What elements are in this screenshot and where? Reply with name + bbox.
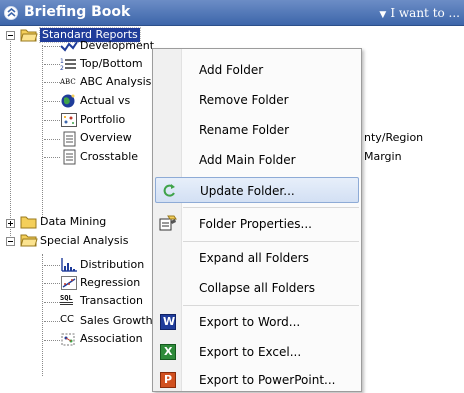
menu-item-expand-all-folders[interactable]: Expand all Folders <box>155 245 359 271</box>
truncated-label: Margin <box>364 150 402 163</box>
menu-separator <box>183 241 359 242</box>
globe-icon <box>60 93 78 109</box>
sql-icon: SQL <box>60 294 78 310</box>
menu-item-export-powerpoint[interactable]: P Export to PowerPoint... <box>155 367 359 393</box>
word-icon: W <box>160 314 176 330</box>
tree-connector <box>44 82 60 83</box>
tree-connector <box>10 36 11 246</box>
excel-glyph: X <box>164 345 173 358</box>
menu-item-label: Export to PowerPoint... <box>199 373 336 387</box>
menu-item-remove-folder[interactable]: Remove Folder <box>155 87 359 113</box>
folder-icon <box>20 215 38 231</box>
tree-connector <box>44 139 60 140</box>
menu-item-label: Expand all Folders <box>199 251 309 265</box>
document-icon <box>60 149 78 165</box>
menu-item-label: Update Folder... <box>200 184 295 198</box>
ranked-list-icon: 1 2 <box>60 56 78 72</box>
tree-item-overview[interactable]: Overview <box>80 131 132 145</box>
folder-context-menu: Add Folder Remove Folder Rename Folder A… <box>152 48 362 392</box>
document-icon <box>60 131 78 147</box>
cc-glyph: CC <box>60 314 74 325</box>
tree-connector <box>44 64 60 65</box>
tree-connector <box>42 45 43 217</box>
folder-properties-icon <box>159 215 177 233</box>
tree-item-special-analysis[interactable]: Special Analysis <box>40 234 128 248</box>
tree-item-portfolio[interactable]: Portfolio <box>80 113 125 127</box>
excel-icon: X <box>160 344 176 360</box>
tree-connector <box>44 283 60 284</box>
menu-item-label: Export to Excel... <box>199 345 302 359</box>
tree-item-abc-analysis[interactable]: ABC Analysis <box>80 75 151 89</box>
association-icon <box>60 332 78 348</box>
tree-connector <box>44 340 60 341</box>
menu-item-label: Rename Folder <box>199 123 290 137</box>
tree-item-data-mining[interactable]: Data Mining <box>40 215 106 229</box>
tree-item-actual-vs[interactable]: Actual vs <box>80 94 130 108</box>
menu-item-label: Add Folder <box>199 63 264 77</box>
collapse-standard-reports-toggle[interactable] <box>6 31 15 40</box>
abc-glyph: ABC <box>60 78 76 86</box>
abc-analysis-icon: ABC <box>60 75 78 91</box>
refresh-icon <box>160 182 178 200</box>
menu-item-rename-folder[interactable]: Rename Folder <box>155 117 359 143</box>
menu-item-label: Export to Word... <box>199 315 301 329</box>
menu-item-label: Folder Properties... <box>199 217 312 231</box>
i-want-to-label: I want to ... <box>390 6 460 20</box>
collapse-panel-icon[interactable] <box>4 6 18 20</box>
sql-glyph: SQL <box>60 294 73 305</box>
regression-icon <box>60 275 78 291</box>
portfolio-chart-icon <box>60 112 78 128</box>
tree-connector <box>44 101 60 102</box>
menu-item-add-main-folder[interactable]: Add Main Folder <box>155 147 359 173</box>
truncated-label: nty/Region <box>364 131 424 144</box>
collapse-special-analysis-toggle[interactable] <box>6 237 15 246</box>
panel-title: Briefing Book <box>24 4 131 20</box>
menu-item-export-word[interactable]: W Export to Word... <box>155 309 359 335</box>
menu-separator <box>183 207 359 208</box>
menu-item-label: Collapse all Folders <box>199 281 315 295</box>
tree-connector <box>44 46 60 47</box>
svg-text:2: 2 <box>60 65 64 72</box>
powerpoint-icon: P <box>160 372 176 388</box>
tree-item-sales-growth[interactable]: Sales Growth <box>80 314 153 328</box>
briefing-book-header: Briefing Book ▼ I want to ... <box>0 0 464 26</box>
i-want-to-menu[interactable]: ▼ I want to ... <box>379 6 460 20</box>
tree-item-top-bottom[interactable]: Top/Bottom <box>80 57 143 71</box>
folder-open-icon <box>20 28 38 44</box>
folder-open-icon <box>20 233 38 249</box>
tree-connector <box>44 120 60 121</box>
histogram-icon <box>60 257 78 273</box>
line-chart-icon <box>60 38 78 54</box>
tree-item-transaction[interactable]: Transaction <box>80 294 143 308</box>
menu-item-export-excel[interactable]: X Export to Excel... <box>155 339 359 365</box>
svg-text:1: 1 <box>60 58 64 65</box>
tree-item-regression[interactable]: Regression <box>80 276 140 290</box>
tree-connector <box>44 321 60 322</box>
cc-icon: CC <box>60 313 78 329</box>
menu-item-label: Remove Folder <box>199 93 289 107</box>
menu-item-label: Add Main Folder <box>199 153 296 167</box>
tree-item-crosstable[interactable]: Crosstable <box>80 150 138 164</box>
tree-item-distribution[interactable]: Distribution <box>80 258 144 272</box>
menu-item-folder-properties[interactable]: Folder Properties... <box>155 211 359 237</box>
tree-connector <box>44 157 60 158</box>
powerpoint-glyph: P <box>164 373 173 386</box>
triangle-down-icon: ▼ <box>379 10 387 20</box>
tree-connector <box>44 302 60 303</box>
menu-item-collapse-all-folders[interactable]: Collapse all Folders <box>155 275 359 301</box>
tree-connector <box>44 265 60 266</box>
menu-item-update-folder[interactable]: Update Folder... <box>155 177 359 203</box>
menu-item-add-folder[interactable]: Add Folder <box>155 57 359 83</box>
tree-item-association[interactable]: Association <box>80 332 143 346</box>
expand-data-mining-toggle[interactable] <box>6 219 15 228</box>
tree-connector <box>42 254 43 376</box>
menu-separator <box>183 305 359 306</box>
tree-item-development[interactable]: Development <box>80 39 154 53</box>
word-glyph: W <box>163 315 176 328</box>
